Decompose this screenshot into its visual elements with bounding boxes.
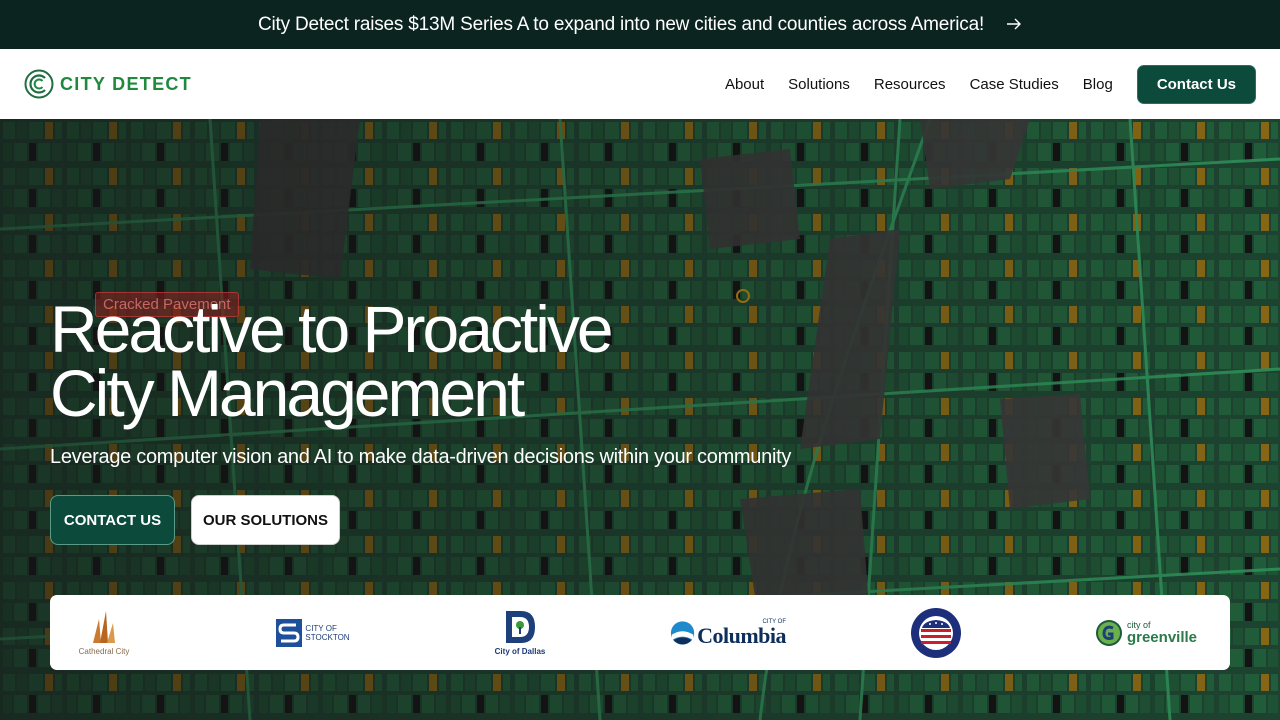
client-logo-stockton: CITY OF STOCKTON [272, 595, 354, 670]
hero-subtitle: Leverage computer vision and AI to make … [50, 446, 792, 468]
hero-our-solutions-button[interactable]: OUR SOLUTIONS [191, 495, 340, 545]
client-logo-dallas: City of Dallas [488, 595, 552, 670]
hero-title-line-2: City Management [50, 356, 525, 430]
hero-title: Reactive to Proactive City Management [50, 296, 750, 426]
arrow-right-icon [1006, 15, 1022, 35]
city-detect-logo-icon [24, 69, 54, 99]
cathedral-city-label: Cathedral City [78, 647, 130, 656]
client-logo-cathedral-city: Cathedral City [72, 595, 136, 670]
columbia-emblem-icon [670, 620, 695, 645]
nav-link-resources[interactable]: Resources [874, 76, 946, 93]
hero-title-line-1: Reactive to Proactive [50, 292, 614, 366]
cathedral-city-emblem-icon [93, 611, 115, 643]
dallas-emblem-icon [506, 611, 535, 643]
hero-contact-us-button[interactable]: CONTACT US [50, 495, 175, 545]
stockton-emblem-icon [276, 618, 303, 647]
greenville-label: greenville [1126, 628, 1198, 646]
client-logo-columbia: CITY OF Columbia [670, 595, 786, 670]
brand-logo[interactable]: CITY DETECT [24, 69, 192, 99]
client-logos-strip: Cathedral City CITY OF STOCKTON City of … [50, 595, 1230, 670]
client-logo-cleveland [908, 595, 964, 670]
nav-links: About Solutions Resources Case Studies B… [725, 64, 1256, 104]
announcement-bar[interactable]: City Detect raises $13M Series A to expa… [0, 0, 1280, 49]
nav-link-case-studies[interactable]: Case Studies [970, 76, 1059, 93]
brand-name: CITY DETECT [60, 73, 192, 94]
dallas-label: City of Dallas [494, 647, 546, 656]
nav-link-solutions[interactable]: Solutions [788, 76, 850, 93]
cleveland-seal-icon [911, 607, 961, 658]
stockton-label-bottom: STOCKTON [305, 632, 350, 642]
top-navigation: CITY DETECT About Solutions Resources Ca… [0, 49, 1280, 119]
announcement-text: City Detect raises $13M Series A to expa… [257, 13, 985, 35]
greenville-emblem-icon [1095, 619, 1122, 646]
nav-link-about[interactable]: About [725, 76, 764, 93]
hero-section: Cracked Pavement Reactive to Proactive C… [0, 119, 1280, 720]
columbia-label: Columbia [697, 622, 786, 648]
contact-us-button[interactable]: Contact Us [1136, 64, 1256, 104]
stockton-label-top: CITY OF [305, 623, 337, 633]
client-logo-greenville: city of greenville [1094, 595, 1198, 670]
nav-link-blog[interactable]: Blog [1083, 76, 1113, 93]
